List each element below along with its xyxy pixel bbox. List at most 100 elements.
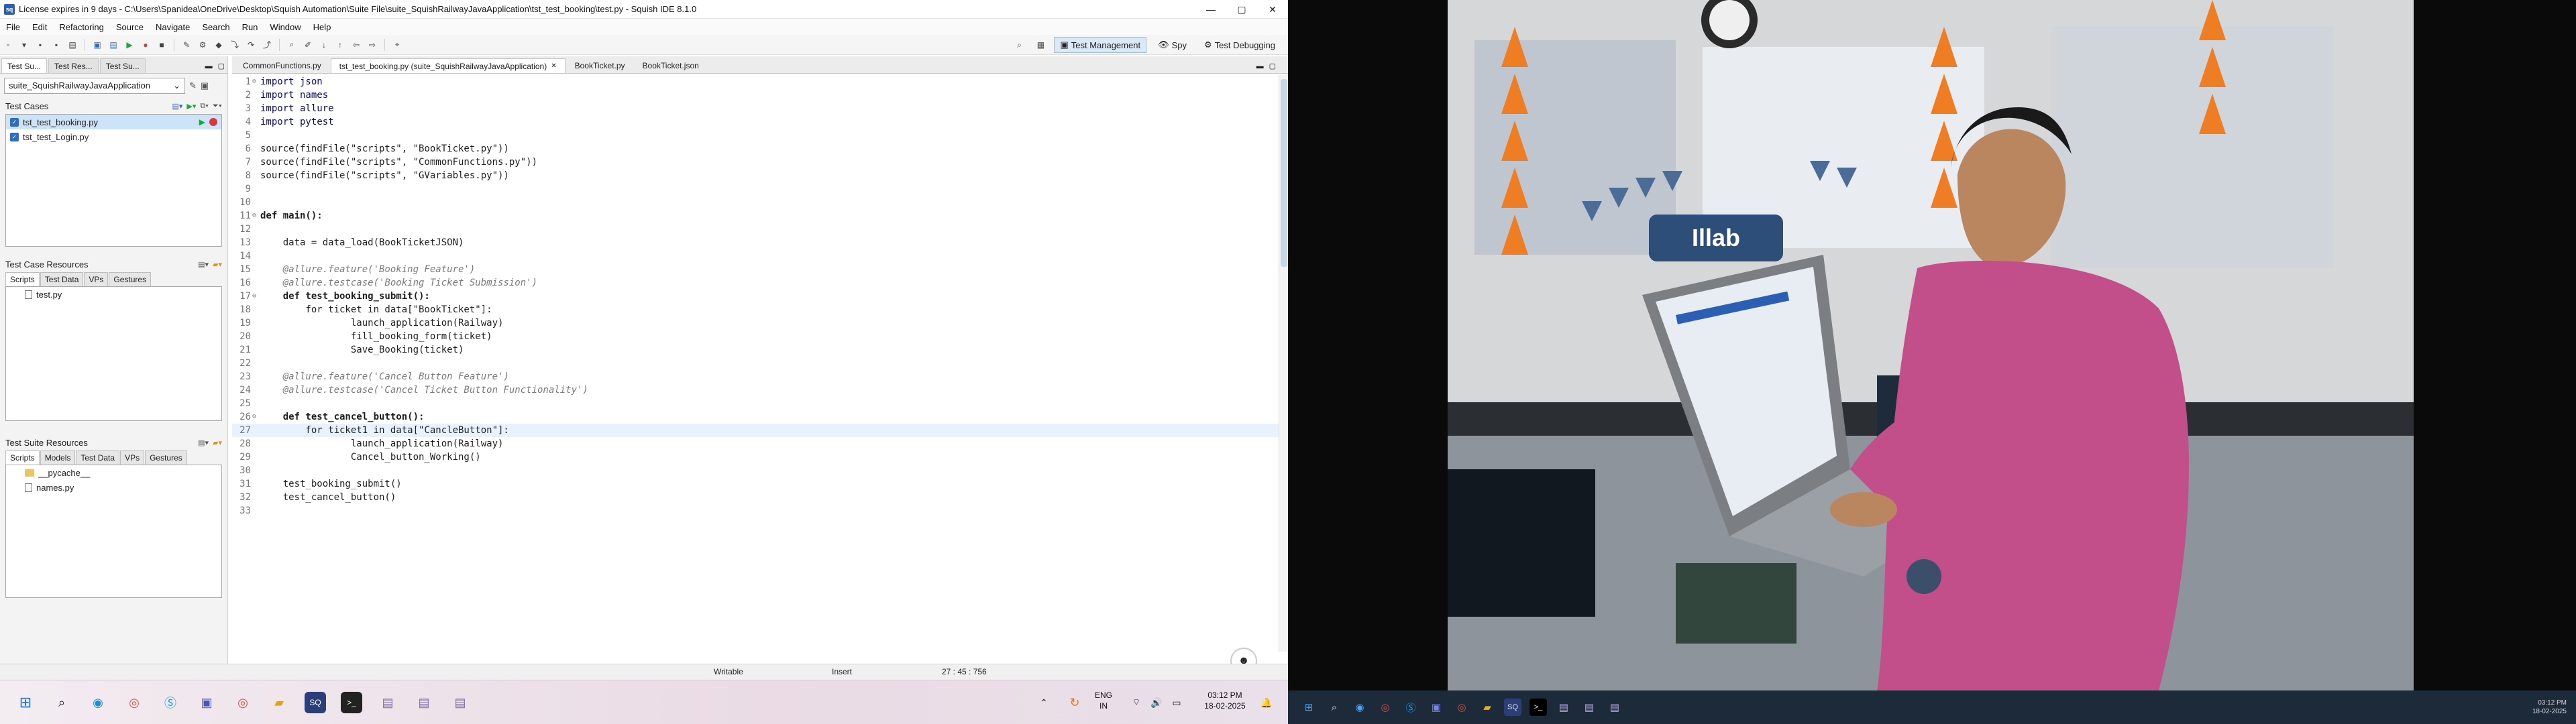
terminal-icon[interactable]: >_ [341,692,362,713]
windows-start-icon[interactable]: ⊞ [1300,699,1318,716]
test-case-item[interactable]: ✓ tst_test_booking.py ▶ [6,115,221,129]
fold-toggle-icon[interactable]: ⊖ [252,290,260,303]
menu-edit[interactable]: Edit [26,22,53,32]
code-line[interactable]: 6 source(findFile("scripts", "BookTicket.… [232,142,1279,156]
maximize-view-icon[interactable]: ▢ [215,62,227,73]
chrome-profile-icon[interactable]: ◎ [232,692,254,713]
fold-toggle-icon[interactable] [252,182,260,196]
clock[interactable]: 03:12 PM 18-02-2025 [1198,690,1252,711]
record-icon[interactable]: ● [139,38,152,52]
fold-toggle-icon[interactable] [252,357,260,370]
fold-toggle-icon[interactable] [252,330,260,343]
code-line[interactable]: 20 fill_booking_form(ticket) [232,330,1279,343]
file-explorer-icon[interactable]: ▰ [1479,699,1496,716]
code-line[interactable]: 7 source(findFile("scripts", "CommonFunct… [232,156,1279,169]
open-perspective-icon[interactable]: ▦ [1034,38,1047,52]
checkbox-checked-icon[interactable]: ✓ [10,117,19,127]
fold-toggle-icon[interactable] [252,276,260,290]
code-line[interactable]: 26 ⊖ def test_cancel_button(): [232,410,1279,424]
suite-close-icon[interactable]: ▣ [201,80,209,91]
forward-icon[interactable]: ⇨ [366,38,379,52]
tab-gestures[interactable]: Gestures [109,272,152,286]
back-icon[interactable]: ⇦ [350,38,363,52]
step-over-icon[interactable]: ↷ [244,38,258,52]
code-line[interactable]: 3 import allure [232,102,1279,115]
tab-book-ticket-py[interactable]: BookTicket.py [567,58,633,73]
code-line[interactable]: 32 test_cancel_button() [232,491,1279,504]
checkbox-checked-icon[interactable]: ✓ [10,132,19,141]
search-icon[interactable]: ⌕ [1326,699,1343,716]
java-app-icon[interactable]: ▤ [1555,699,1572,716]
java-app-icon[interactable]: ▤ [377,692,398,713]
chevron-up-icon[interactable]: ⌃ [1033,692,1055,713]
fold-toggle-icon[interactable] [252,424,260,437]
code-line[interactable]: 17 ⊖ def test_booking_submit(): [232,290,1279,303]
code-line[interactable]: 2 import names [232,88,1279,102]
tab-vps[interactable]: VPs [84,272,109,286]
tab-test-results[interactable]: Test Res... [48,58,99,73]
fold-toggle-icon[interactable] [252,316,260,330]
minimize-view-icon[interactable]: ▬ [203,62,215,73]
debug-icon[interactable]: ⚙ [196,38,209,52]
fold-toggle-icon[interactable] [252,450,260,464]
squish-taskbar-icon[interactable]: SQ [305,692,326,713]
java-app-icon[interactable]: ▤ [413,692,435,713]
code-line[interactable]: 31 test_booking_submit() [232,477,1279,491]
stop-icon[interactable]: ■ [155,38,168,52]
code-line[interactable]: 28 launch_application(Railway) [232,437,1279,450]
clock[interactable]: 03:12 PM 18-02-2025 [2532,699,2567,716]
step-icon[interactable]: ⤵ [228,38,241,52]
maximize-editor-icon[interactable]: ▢ [1267,62,1288,73]
fold-toggle-icon[interactable] [252,383,260,397]
filter-icon[interactable]: ⏷▾ [213,102,222,111]
menu-refactoring[interactable]: Refactoring [53,22,109,32]
perspective-spy[interactable]: 👁 Spy [1152,37,1193,53]
record-testcase-icon[interactable]: ⧉▾ [200,102,208,111]
new-file-icon[interactable]: ▤▾ [198,438,209,447]
fold-toggle-icon[interactable] [252,142,260,156]
code-line[interactable]: 11 ⊖ def main(): [232,209,1279,223]
fold-toggle-icon[interactable] [252,249,260,263]
tab-gestures[interactable]: Gestures [145,450,187,465]
wifi-icon[interactable]: ⌔ [1126,692,1147,713]
menu-help[interactable]: Help [307,22,337,32]
new-suite-icon[interactable]: ▣ [91,38,104,52]
fold-toggle-icon[interactable] [252,437,260,450]
code-line[interactable]: 10 [232,196,1279,209]
fold-toggle-icon[interactable] [252,464,260,477]
menu-search[interactable]: Search [196,22,235,32]
suite-selector[interactable]: suite_SquishRailwayJavaApplication ⌄ [4,78,185,94]
tab-test-data[interactable]: Test Data [40,272,84,286]
chrome-icon[interactable]: ◎ [1377,699,1394,716]
fold-toggle-icon[interactable] [252,303,260,316]
minimize-button[interactable]: — [1195,0,1226,19]
code-line[interactable]: 15 @allure.feature('Booking Feature') [232,263,1279,276]
fold-toggle-icon[interactable] [252,491,260,504]
teams-icon[interactable]: ▣ [1428,699,1445,716]
test-case-item[interactable]: ✓ tst_test_Login.py [6,129,221,144]
run-icon[interactable]: ▶ [123,38,136,52]
open-folder-icon[interactable]: ▰▾ [213,438,222,447]
onedrive-sync-icon[interactable]: ↻ [1064,692,1085,713]
code-line[interactable]: 14 [232,249,1279,263]
list-item[interactable]: __pycache__ [6,465,221,480]
code-line[interactable]: 4 import pytest [232,115,1279,129]
pick-icon[interactable]: ✎ [180,38,193,52]
fold-toggle-icon[interactable]: ⊖ [252,209,260,223]
tab-scripts[interactable]: Scripts [5,450,40,465]
code-area[interactable]: 1 ⊖ import json 2 import names 3 import allure… [232,75,1279,658]
volume-icon[interactable]: 🔊 [1146,692,1167,713]
skype-icon[interactable]: Ⓢ [160,692,181,713]
menu-window[interactable]: Window [264,22,307,32]
new-icon[interactable]: ▫ [1,38,15,52]
perspective-test-debugging[interactable]: ⚙ Test Debugging [1198,37,1281,53]
windows-start-icon[interactable]: ⊞ [15,692,36,713]
code-line[interactable]: 13 data = data_load(BookTicketJSON) [232,236,1279,249]
code-line[interactable]: 18 for ticket in data["BookTicket"]: [232,303,1279,316]
java-app-icon[interactable]: ▤ [449,692,471,713]
new-testcase-icon[interactable]: ▤ [107,38,120,52]
java-app-icon[interactable]: ▤ [1606,699,1623,716]
fold-toggle-icon[interactable] [252,263,260,276]
minimize-editor-icon[interactable]: ▬ [1254,62,1267,73]
battery-icon[interactable]: ▭ [1166,692,1187,713]
